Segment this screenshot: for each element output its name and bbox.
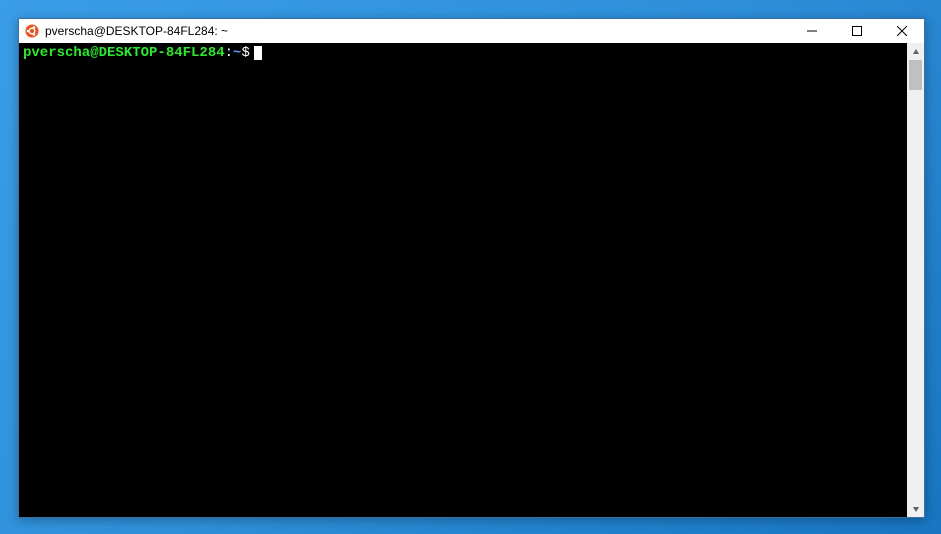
titlebar[interactable]: pverscha@DESKTOP-84FL284: ~: [19, 19, 924, 43]
window-controls: [789, 19, 924, 43]
prompt-userhost: pverscha@DESKTOP-84FL284: [23, 45, 225, 61]
scrollbar[interactable]: [907, 43, 924, 517]
terminal-window: pverscha@DESKTOP-84FL284: ~ pverscha@DES…: [18, 18, 925, 518]
minimize-button[interactable]: [789, 19, 834, 43]
scroll-up-arrow[interactable]: [907, 43, 924, 60]
window-title: pverscha@DESKTOP-84FL284: ~: [45, 24, 789, 38]
cursor: [254, 46, 262, 60]
scroll-track[interactable]: [907, 60, 924, 500]
prompt-dollar: $: [241, 45, 249, 61]
terminal-area: pverscha@DESKTOP-84FL284:~$: [19, 43, 924, 517]
close-button[interactable]: [879, 19, 924, 43]
terminal-content[interactable]: pverscha@DESKTOP-84FL284:~$: [19, 43, 907, 517]
scroll-thumb[interactable]: [909, 60, 922, 90]
ubuntu-icon: [25, 24, 39, 38]
prompt-line: pverscha@DESKTOP-84FL284:~$: [23, 45, 903, 61]
scroll-down-arrow[interactable]: [907, 500, 924, 517]
prompt-colon: :: [225, 45, 233, 61]
maximize-button[interactable]: [834, 19, 879, 43]
